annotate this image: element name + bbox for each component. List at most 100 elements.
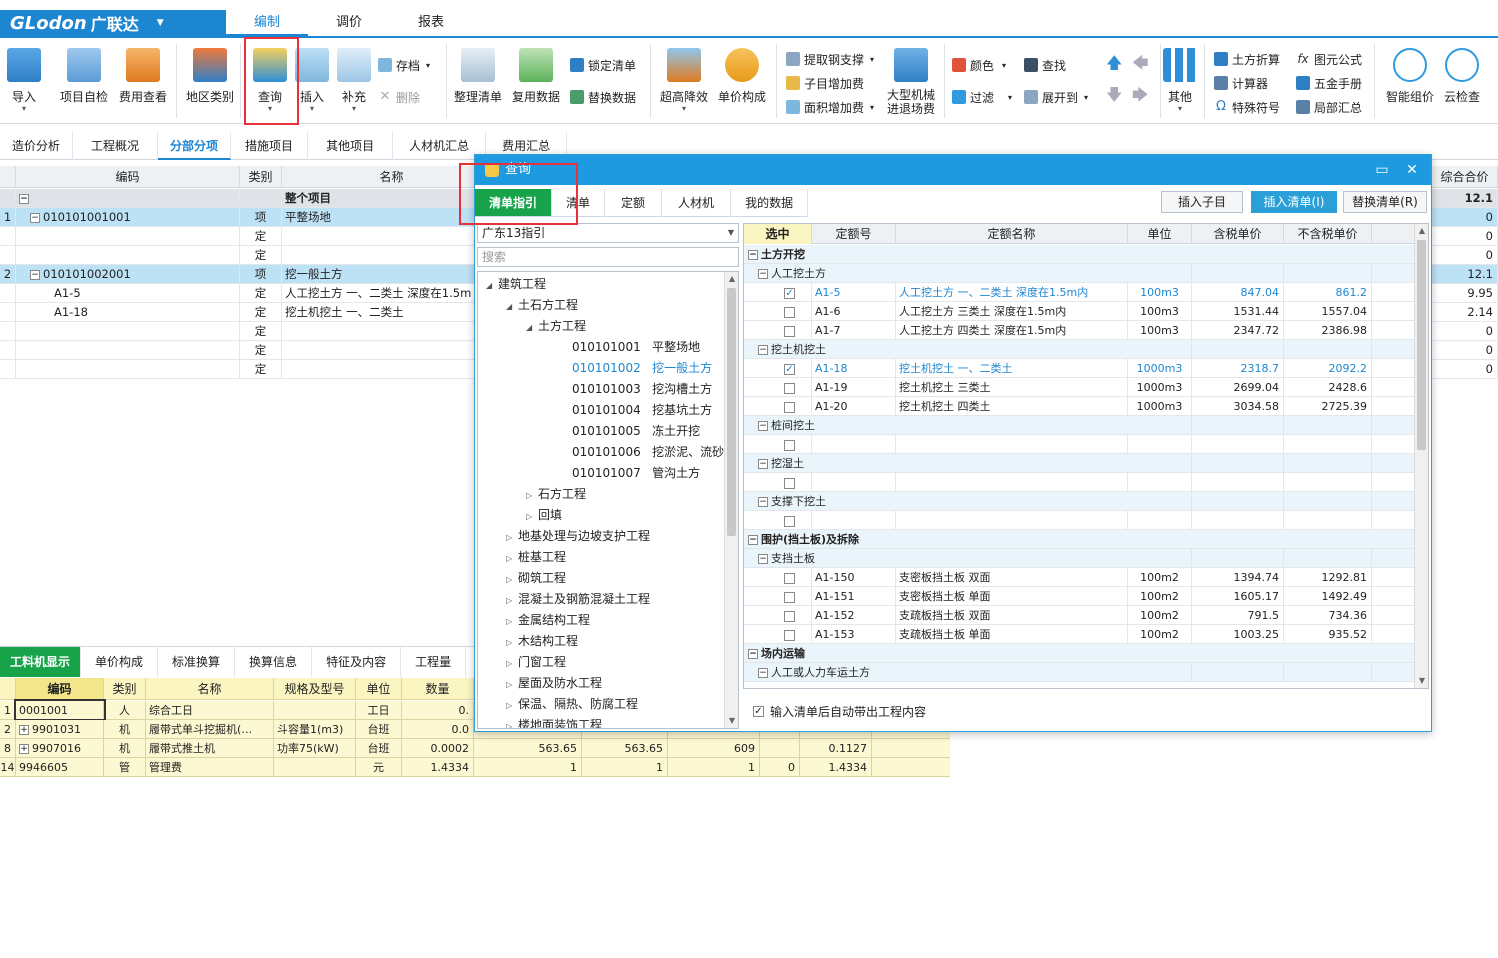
table-row[interactable]: ✓ A1-5 人工挖土方 一、二类土 深度在1.5m内 100m3 847.04 861.… (744, 283, 1416, 302)
lock-list-button[interactable]: 锁定清单 (570, 56, 636, 74)
collapse-icon[interactable]: − (748, 250, 758, 260)
tree-node[interactable]: 010101001 平整场地 (560, 337, 700, 357)
import-button[interactable]: 导入 ▾ (0, 48, 52, 113)
replace-data-button[interactable]: 替换数据 (570, 88, 636, 106)
search-input[interactable]: 搜索 (477, 247, 739, 267)
tab-std-conversion[interactable]: 标准换算 (158, 647, 236, 677)
formula-button[interactable]: fx 图元公式 (1296, 50, 1362, 68)
tree-node[interactable]: ▷ 地基处理与边坡支护工程 (506, 526, 650, 546)
group-row[interactable]: − 桩间挖土 (744, 416, 1416, 435)
calculator-button[interactable]: 计算器 (1214, 74, 1268, 92)
header-code[interactable]: 编码 (16, 166, 240, 188)
tab-quota[interactable]: 定额 (605, 189, 663, 217)
caret-collapsed-icon[interactable]: ▷ (506, 654, 518, 674)
caret-collapsed-icon[interactable]: ▷ (506, 696, 518, 716)
table-row[interactable]: 14 9946605 管管理费元 1.4334 1 1 1 0 1.4334 (0, 758, 950, 777)
table-row[interactable]: A1-19 挖土机挖土 三类土 1000m3 2699.04 2428.6 (744, 378, 1416, 397)
tree-node[interactable]: ▷ 楼地面装饰工程 (506, 715, 602, 728)
checkbox[interactable]: ✓ (784, 287, 795, 299)
checkbox[interactable]: ✓ (753, 706, 764, 717)
menu-tab-adjust[interactable]: 调价 (308, 10, 390, 36)
scroll-down-icon[interactable]: ▼ (725, 714, 738, 728)
expand-to-button[interactable]: 展开到 ▾ (1024, 88, 1088, 106)
group-row[interactable]: − 支挡土板 (744, 549, 1416, 568)
earth-conversion-button[interactable]: 土方折算 (1214, 50, 1280, 68)
insert-sub-item-button[interactable]: 插入子目 (1161, 191, 1243, 213)
checkbox[interactable] (784, 515, 795, 527)
menu-tab-report[interactable]: 报表 (390, 10, 472, 36)
tree-node[interactable]: ◢ 土方工程 (526, 316, 586, 336)
checkbox[interactable] (784, 439, 795, 451)
auto-content-checkbox[interactable]: ✓ 输入清单后自动带出工程内容 (753, 703, 926, 720)
tab-project-overview[interactable]: 工程概况 (73, 132, 159, 160)
scroll-thumb[interactable] (727, 288, 736, 536)
tree-node[interactable]: ◢ 土石方工程 (506, 295, 578, 315)
delete-button[interactable]: ✕ 删除 (378, 88, 420, 106)
tab-features[interactable]: 特征及内容 (312, 647, 402, 677)
tree-node[interactable]: 010101004 挖基坑土方 (560, 400, 712, 420)
collapse-icon[interactable]: − (748, 649, 758, 659)
quota-scrollbar[interactable]: ▲ ▼ (1414, 224, 1428, 688)
unit-comp-button[interactable]: 单价构成 (714, 48, 770, 105)
caret-collapsed-icon[interactable]: ▷ (506, 633, 518, 653)
tab-list[interactable]: 清单 (552, 189, 606, 217)
group-row[interactable]: − 土方开挖 (744, 245, 1416, 264)
height-reduction-button[interactable]: 超高降效 ▾ (656, 48, 712, 113)
arrow-right-icon[interactable]: 🡆 (1132, 85, 1149, 106)
tree-node[interactable]: ▷ 混凝土及钢筋混凝土工程 (506, 589, 650, 609)
collapse-icon[interactable]: − (758, 497, 768, 507)
cloud-check-button[interactable]: 云检查 (1434, 48, 1490, 105)
table-row[interactable]: A1-150 支密板挡土板 双面 100m2 1394.74 1292.81 (744, 568, 1416, 587)
collapse-icon[interactable]: − (19, 193, 29, 204)
tree-node[interactable]: ▷ 砌筑工程 (506, 568, 566, 588)
scroll-down-icon[interactable]: ▼ (1415, 674, 1428, 688)
tab-quantity[interactable]: 工程量 (401, 647, 467, 677)
filter-button[interactable]: 过滤 ▾ (952, 88, 1012, 106)
tree-scrollbar[interactable]: ▲ ▼ (724, 272, 738, 728)
checkbox[interactable] (784, 401, 795, 413)
header-quota-name[interactable]: 定额名称 (896, 224, 1128, 244)
header-price-tax[interactable]: 含税单价 (1192, 224, 1284, 244)
tab-cost-analysis[interactable]: 造价分析 (0, 132, 74, 160)
rebar-support-button[interactable]: 提取钢支撑 ▾ (786, 50, 874, 68)
caret-collapsed-icon[interactable]: ▷ (506, 612, 518, 632)
caret-expanded-icon[interactable]: ◢ (486, 276, 498, 296)
tab-material-summary[interactable]: 人材机汇总 (393, 132, 487, 160)
group-row[interactable]: − 挖土机挖土 (744, 340, 1416, 359)
reuse-data-button[interactable]: 复用数据 (508, 48, 564, 105)
large-machine-button[interactable]: 大型机械 进退场费 (882, 48, 940, 116)
tab-my-data[interactable]: 我的数据 (731, 189, 809, 217)
scroll-up-icon[interactable]: ▲ (1415, 224, 1428, 238)
tree-node[interactable]: ▷ 石方工程 (526, 484, 586, 504)
tree-node[interactable]: ◢ 建筑工程 (486, 274, 546, 294)
scroll-up-icon[interactable]: ▲ (725, 272, 738, 286)
header-quota-code[interactable]: 定额号 (812, 224, 896, 244)
maximize-icon[interactable]: ▭ (1367, 155, 1397, 185)
menu-tab-edit[interactable]: 编制 (226, 10, 308, 36)
group-row[interactable]: − 人工或人力车运土方 (744, 663, 1416, 682)
arrow-left-icon[interactable]: 🡄 (1132, 53, 1149, 74)
other-button[interactable]: 其他 ▾ (1152, 48, 1208, 113)
collapse-icon[interactable]: − (758, 459, 768, 469)
table-row[interactable]: A1-20 挖土机挖土 四类土 1000m3 3034.58 2725.39 (744, 397, 1416, 416)
tree-node[interactable]: 010101007 管沟土方 (560, 463, 700, 483)
arrow-up-icon[interactable]: 🡅 (1106, 53, 1122, 74)
close-icon[interactable]: ✕ (1397, 155, 1427, 185)
checkbox[interactable] (784, 477, 795, 489)
local-summary-button[interactable]: 局部汇总 (1296, 98, 1362, 116)
table-row[interactable] (744, 435, 1416, 454)
find-button[interactable]: 查找 (1024, 56, 1066, 74)
arrow-down-icon[interactable]: 🡇 (1106, 85, 1122, 106)
collapse-icon[interactable]: − (748, 535, 758, 545)
tab-unit-comp[interactable]: 单价构成 (81, 647, 159, 677)
caret-collapsed-icon[interactable]: ▷ (506, 528, 518, 548)
checkbox[interactable] (784, 610, 795, 622)
caret-collapsed-icon[interactable]: ▷ (526, 486, 538, 506)
tree-node[interactable]: ▷ 回填 (526, 505, 562, 525)
caret-expanded-icon[interactable]: ◢ (526, 318, 538, 338)
collapse-icon[interactable]: − (758, 269, 768, 279)
table-row[interactable]: ✓ A1-18 挖土机挖土 一、二类土 1000m3 2318.7 2092.2 (744, 359, 1416, 378)
replace-list-button[interactable]: 替换清单(R) (1343, 191, 1427, 213)
caret-expanded-icon[interactable]: ◢ (506, 297, 518, 317)
header-unit[interactable]: 单位 (1128, 224, 1192, 244)
